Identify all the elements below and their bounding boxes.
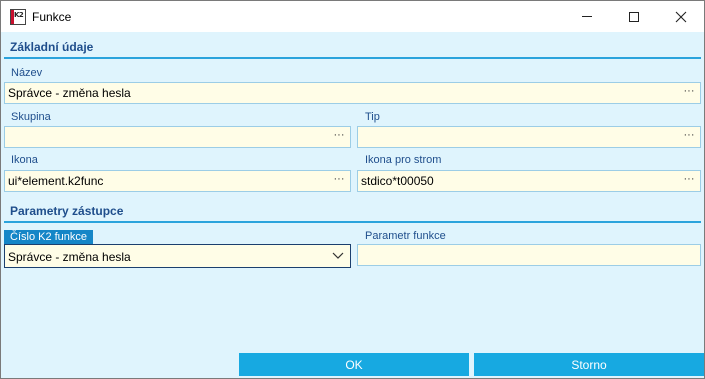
ikona-value: ui*element.k2func [8,174,104,188]
section-divider [4,57,701,59]
close-button[interactable] [658,1,704,32]
skupina-label: Skupina [11,111,51,123]
tip-field[interactable]: ··· [357,126,701,148]
skupina-field[interactable]: ··· [4,126,351,148]
k2-app-icon: K2 [10,9,26,25]
storno-button[interactable]: Storno [474,353,704,376]
chevron-down-icon[interactable] [332,251,344,261]
ikona-label: Ikona [11,154,38,166]
tip-label: Tip [365,111,380,123]
ikona-browse-button[interactable]: ··· [332,174,346,188]
minimize-icon [582,16,592,17]
parametr-field[interactable] [357,244,701,266]
ikona-strom-value: stdico*t00050 [361,174,434,188]
window-title: Funkce [32,10,72,24]
nazev-browse-button[interactable]: ··· [682,86,696,100]
ok-button[interactable]: OK [239,353,469,376]
section-title-basic: Základní údaje [10,40,94,54]
tip-browse-button[interactable]: ··· [682,130,696,144]
parametr-label: Parametr funkce [365,230,446,242]
ikona-strom-label: Ikona pro strom [365,154,442,166]
nazev-field[interactable]: Správce - změna hesla ··· [4,82,701,104]
cislo-funkce-select[interactable]: Správce - změna hesla [4,244,351,268]
ikona-strom-field[interactable]: stdico*t00050 ··· [357,170,701,192]
section-title-params: Parametry zástupce [10,204,124,218]
nazev-label: Název [11,67,43,79]
skupina-browse-button[interactable]: ··· [332,130,346,144]
cislo-funkce-value: Správce - změna hesla [8,250,131,264]
ikona-strom-browse-button[interactable]: ··· [682,174,696,188]
funkce-dialog: K2 Funkce Základní údaje Název Správce -… [0,0,705,379]
nazev-value: Správce - změna hesla [8,86,131,100]
cislo-funkce-label: Číslo K2 funkce [4,230,94,244]
title-bar[interactable]: K2 Funkce [1,1,704,32]
ikona-field[interactable]: ui*element.k2func ··· [4,170,351,192]
maximize-button[interactable] [611,1,657,32]
minimize-button[interactable] [564,1,610,32]
close-icon [675,11,687,22]
maximize-icon [629,11,639,22]
section-divider [4,221,701,223]
